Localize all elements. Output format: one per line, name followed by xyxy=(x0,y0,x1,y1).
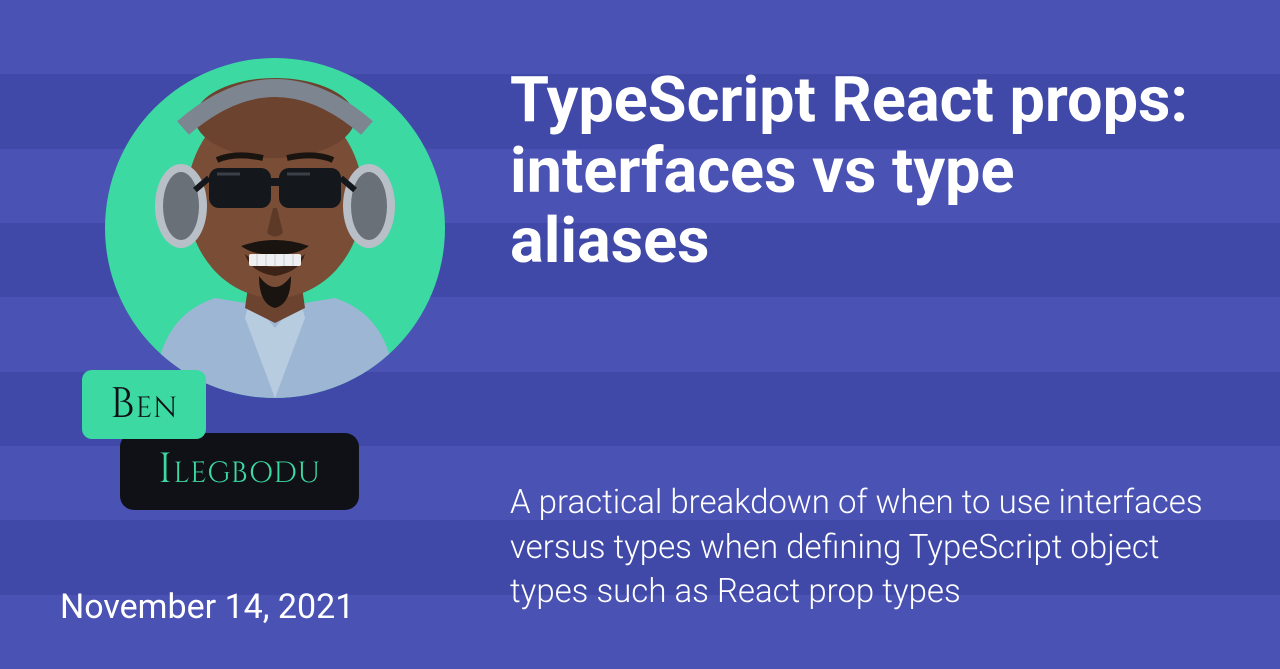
avatar-illustration xyxy=(105,58,445,398)
left-column: Ben Ilegbodu xyxy=(60,48,490,621)
post-title: TypeScript React props: interfaces vs ty… xyxy=(510,66,1220,278)
card-container: Ben Ilegbodu TypeScript React props: int… xyxy=(0,0,1280,669)
right-column: TypeScript React props: interfaces vs ty… xyxy=(490,48,1220,621)
post-date: November 14, 2021 xyxy=(60,587,354,627)
author-last-name: Ilegbodu xyxy=(120,433,359,510)
author-first-name: Ben xyxy=(82,370,206,439)
avatar xyxy=(105,58,445,398)
post-subtitle: A practical breakdown of when to use int… xyxy=(510,481,1220,615)
avatar-circle xyxy=(105,58,445,398)
author-name: Ben Ilegbodu xyxy=(82,370,359,510)
